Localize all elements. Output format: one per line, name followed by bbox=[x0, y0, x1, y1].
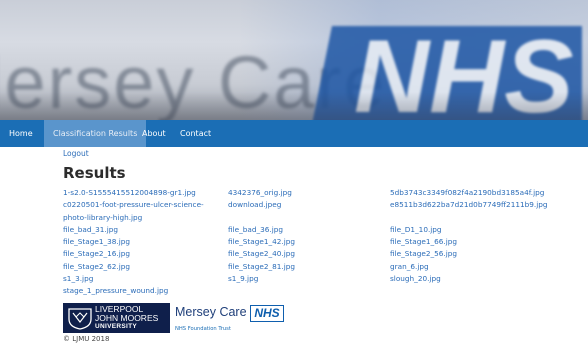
mersey-care-trust: NHS Foundation Trust bbox=[175, 326, 231, 332]
mersey-care-name: Mersey Care bbox=[175, 305, 247, 319]
results-column-1: 1-s2.0-S1555415512004898-gr1.jpg c022050… bbox=[63, 187, 204, 298]
result-link[interactable]: 4342376_orig.jpg bbox=[228, 187, 295, 199]
result-link[interactable]: 1-s2.0-S1555415512004898-gr1.jpg bbox=[63, 187, 204, 199]
result-link[interactable]: file_bad_36.jpg bbox=[228, 224, 295, 236]
results-column-2: 4342376_orig.jpg download.jpeg file_bad_… bbox=[228, 187, 295, 285]
result-link[interactable]: file_Stage2_40.jpg bbox=[228, 248, 295, 260]
copyright: © LJMU 2018 bbox=[63, 335, 110, 343]
mersey-care-nhs-logo: NHS bbox=[250, 305, 284, 322]
result-link[interactable]: gran_6.jpg bbox=[390, 261, 548, 273]
ljmu-logo: LIVERPOOL JOHN MOORES UNIVERSITY bbox=[63, 303, 170, 333]
result-link[interactable]: e8511b3d622ba7d21d0b7749ff2111b9.jpg bbox=[390, 199, 548, 211]
nav-home[interactable]: Home bbox=[0, 120, 42, 147]
page-title: Results bbox=[63, 164, 126, 182]
mersey-care-nhs-text: NHS bbox=[254, 306, 280, 320]
result-link[interactable]: photo-library-high.jpg bbox=[63, 212, 204, 224]
header-banner: lersey Care NHS bbox=[0, 0, 588, 120]
logout-link[interactable]: Logout bbox=[63, 149, 89, 158]
result-link[interactable]: stage_1_pressure_wound.jpg bbox=[63, 285, 204, 297]
result-spacer bbox=[390, 212, 548, 224]
ljmu-crest-icon bbox=[68, 308, 92, 330]
result-link[interactable]: file_D1_10.jpg bbox=[390, 224, 548, 236]
results-column-3: 5db3743c3349f082f4a2190bd3185a4f.jpg e85… bbox=[390, 187, 548, 285]
ljmu-line-3: UNIVERSITY bbox=[95, 323, 138, 330]
result-spacer bbox=[228, 212, 295, 224]
result-link[interactable]: file_Stage1_42.jpg bbox=[228, 236, 295, 248]
result-link[interactable]: file_Stage2_56.jpg bbox=[390, 248, 548, 260]
result-link[interactable]: s1_9.jpg bbox=[228, 273, 295, 285]
ljmu-line-2: JOHN MOORES bbox=[95, 313, 159, 323]
result-link[interactable]: download.jpeg bbox=[228, 199, 295, 211]
result-link[interactable]: file_Stage2_62.jpg bbox=[63, 261, 204, 273]
result-link[interactable]: file_Stage1_38.jpg bbox=[63, 236, 204, 248]
result-link[interactable]: slough_20.jpg bbox=[390, 273, 548, 285]
nav-about[interactable]: About bbox=[133, 120, 175, 147]
nav-contact[interactable]: Contact bbox=[171, 120, 220, 147]
banner-shadow bbox=[0, 92, 588, 120]
result-link[interactable]: 5db3743c3349f082f4a2190bd3185a4f.jpg bbox=[390, 187, 548, 199]
result-link[interactable]: file_bad_31.jpg bbox=[63, 224, 204, 236]
result-link[interactable]: s1_3.jpg bbox=[63, 273, 204, 285]
result-link[interactable]: file_Stage2_16.jpg bbox=[63, 248, 204, 260]
result-link[interactable]: c0220501-foot-pressure-ulcer-science- bbox=[63, 199, 204, 211]
main-navbar: Home Classification Results About Contac… bbox=[0, 120, 588, 147]
result-link[interactable]: file_Stage1_66.jpg bbox=[390, 236, 548, 248]
nav-classification-results[interactable]: Classification Results bbox=[44, 120, 147, 147]
result-link[interactable]: file_Stage2_81.jpg bbox=[228, 261, 295, 273]
